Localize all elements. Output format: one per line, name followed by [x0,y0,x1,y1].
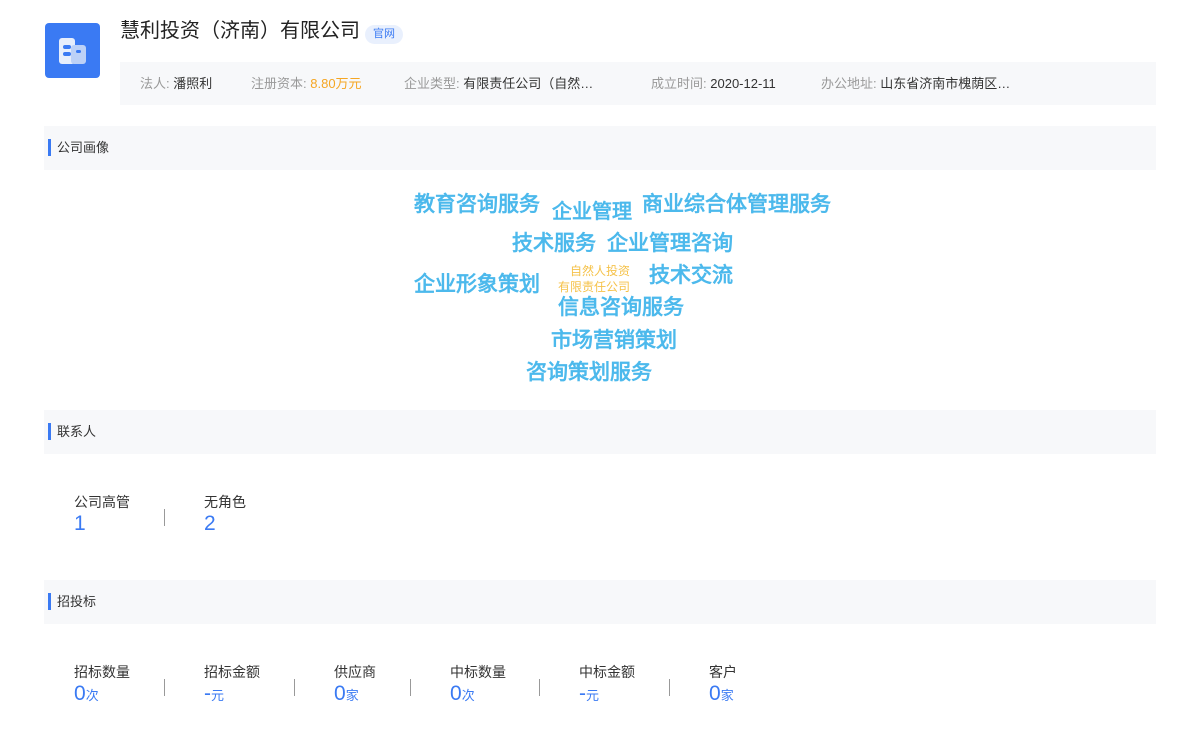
section-accent-bar [48,423,51,440]
stat-label: 供应商 [334,664,376,680]
stat-customers[interactable]: 客户 0家 [709,663,737,709]
legal-person: 法人: 潘照利 [140,62,212,105]
stat-value[interactable]: 1 [74,511,130,537]
cloud-word[interactable]: 技术交流 [649,265,733,286]
cloud-word[interactable]: 企业管理咨询 [607,233,733,254]
bidding-section-title: 招投标 [57,594,97,609]
company-type-label: 企业类型: [404,76,460,91]
building-icon [59,38,86,64]
stat-label: 招标数量 [74,664,130,680]
stat-label: 中标金额 [579,664,635,680]
stat-label: 无角色 [204,494,246,510]
stat-divider [410,679,411,696]
stat-value[interactable]: 0 [450,682,462,705]
stat-suppliers[interactable]: 供应商 0家 [334,663,376,709]
section-accent-bar [48,593,51,610]
cloud-word[interactable]: 商业综合体管理服务 [642,194,831,215]
company-info-bar: 法人: 潘照利 注册资本: 8.80万元 企业类型: 有限责任公司（自然… 成立… [120,62,1156,105]
stat-value[interactable]: - [579,682,586,705]
cloud-word[interactable]: 信息咨询服务 [558,297,684,318]
cloud-word[interactable]: 咨询策划服务 [526,362,652,383]
stat-label: 客户 [709,664,737,680]
stat-label: 招标金额 [204,664,260,680]
legal-person-value[interactable]: 潘照利 [173,76,212,91]
section-accent-bar [48,139,51,156]
registered-capital: 注册资本: 8.80万元 [251,62,362,105]
stat-unit: 家 [720,688,734,703]
stat-label: 中标数量 [450,664,506,680]
stat-unit: 次 [461,688,475,703]
stat-value[interactable]: 0 [334,682,346,705]
cloud-word[interactable]: 技术服务 [512,233,596,254]
stat-unit: 家 [345,688,359,703]
cloud-word[interactable]: 企业管理 [552,202,632,222]
stat-value[interactable]: - [204,682,211,705]
stat-value[interactable]: 0 [709,682,721,705]
company-type: 企业类型: 有限责任公司（自然… [404,62,593,105]
stat-unit: 次 [85,688,99,703]
contacts-section-header: 联系人 [44,410,1156,454]
portrait-section-title: 公司画像 [57,140,110,155]
registered-capital-value: 8.80万元 [310,76,362,91]
stat-divider [539,679,540,696]
legal-person-label: 法人: [140,76,170,91]
registered-capital-label: 注册资本: [251,76,307,91]
stat-no-role[interactable]: 无角色 2 [204,493,246,537]
office-address-value: 山东省济南市槐荫区… [880,76,1011,91]
official-site-badge[interactable]: 官网 [365,25,403,44]
stat-divider [164,679,165,696]
stat-divider [669,679,670,696]
office-address-label: 办公地址: [821,76,877,91]
company-name: 慧利投资（济南）有限公司 [120,20,360,42]
stat-executives[interactable]: 公司高管 1 [74,493,130,537]
cloud-word[interactable]: 教育咨询服务 [414,194,540,215]
stat-unit: 元 [586,688,600,703]
cloud-word[interactable]: 市场营销策划 [551,330,677,351]
contacts-section-title: 联系人 [57,424,97,439]
stat-tender-amount[interactable]: 招标金额 -元 [204,663,260,709]
stat-win-count[interactable]: 中标数量 0次 [450,663,506,709]
company-logo [45,23,100,78]
company-type-value: 有限责任公司（自然… [463,76,594,91]
stat-divider [164,509,165,526]
cloud-word[interactable]: 自然人投资 [570,265,630,277]
stat-value[interactable]: 2 [204,511,246,537]
founded-date-label: 成立时间: [651,76,707,91]
stat-unit: 元 [211,688,225,703]
stat-divider [294,679,295,696]
cloud-word[interactable]: 企业形象策划 [414,274,540,295]
stat-value[interactable]: 0 [74,682,86,705]
stat-tender-count[interactable]: 招标数量 0次 [74,663,130,709]
founded-date-value: 2020-12-11 [710,76,776,91]
founded-date: 成立时间: 2020-12-11 [651,62,776,105]
cloud-word[interactable]: 有限责任公司 [558,281,630,293]
stat-label: 公司高管 [74,494,130,510]
office-address: 办公地址: 山东省济南市槐荫区… [821,62,1010,105]
stat-win-amount[interactable]: 中标金额 -元 [579,663,635,709]
word-cloud: 教育咨询服务 企业管理 商业综合体管理服务 技术服务 企业管理咨询 企业形象策划… [0,0,1200,752]
portrait-section-header: 公司画像 [44,126,1156,170]
bidding-section-header: 招投标 [44,580,1156,624]
